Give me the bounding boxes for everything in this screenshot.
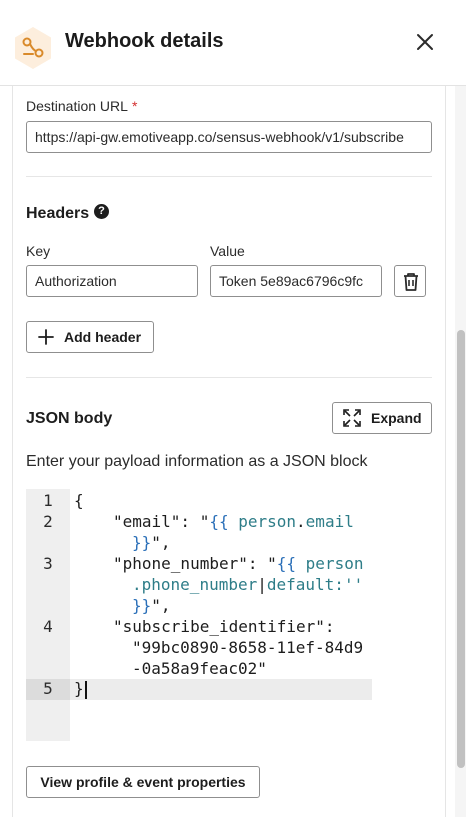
code-line: "phone_number": "{{ person [113,554,364,573]
code-line: "email": "{{ person.email [113,512,354,531]
destination-url-input[interactable]: https://api-gw.emotiveapp.co/sensus-webh… [26,121,432,153]
code-line: "subscribe_identifier": [113,617,335,636]
add-header-label: Add header [64,329,142,345]
trash-icon [404,273,418,291]
expand-icon [343,409,361,427]
json-code-editor[interactable]: 1 2 3 4 5 { "email": "{{ person.email }}… [26,489,372,741]
line-number: 2 [43,512,53,531]
code-line-wrap: -0a58a9feac02" [132,659,267,678]
header-value-input[interactable]: Token 5e89ac6796c9fc [210,265,382,297]
code-line: } [74,679,84,698]
add-header-button[interactable]: Add header [26,321,154,353]
code-line-wrap: }}", [132,596,171,615]
json-body-description: Enter your payload information as a JSON… [26,453,368,470]
required-mark: * [131,98,138,114]
panel-header: Webhook details [0,0,466,86]
delete-header-button[interactable] [394,265,426,297]
code-line-wrap: }}", [132,533,171,552]
header-key-input[interactable]: Authorization [26,265,198,297]
section-divider [26,377,432,378]
view-properties-label: View profile & event properties [40,774,246,790]
key-label: Key [26,243,51,259]
line-number: 4 [43,617,53,636]
close-icon[interactable] [413,30,437,54]
active-line-highlight [70,679,372,700]
expand-label: Expand [371,410,422,426]
code-line-wrap: .phone_number|default:'' [132,575,364,594]
expand-button[interactable]: Expand [332,402,432,434]
line-number: 1 [43,491,53,510]
destination-url-label: Destination URL * [26,98,138,114]
json-body-title: JSON body [26,410,113,427]
webhook-icon [15,27,51,69]
help-icon[interactable]: ? [94,204,109,219]
text-cursor [85,681,87,699]
value-label: Value [210,243,245,259]
headers-title: Headers [26,205,90,222]
panel-title: Webhook details [65,30,224,52]
view-properties-button[interactable]: View profile & event properties [26,766,260,798]
code-line: { [74,491,84,510]
code-line-wrap: "99bc0890-8658-11ef-84d9 [132,638,364,657]
line-number: 5 [26,679,70,700]
plus-icon [38,329,54,345]
line-number: 3 [43,554,53,573]
scrollbar-thumb[interactable] [457,330,465,768]
section-divider [26,176,432,177]
